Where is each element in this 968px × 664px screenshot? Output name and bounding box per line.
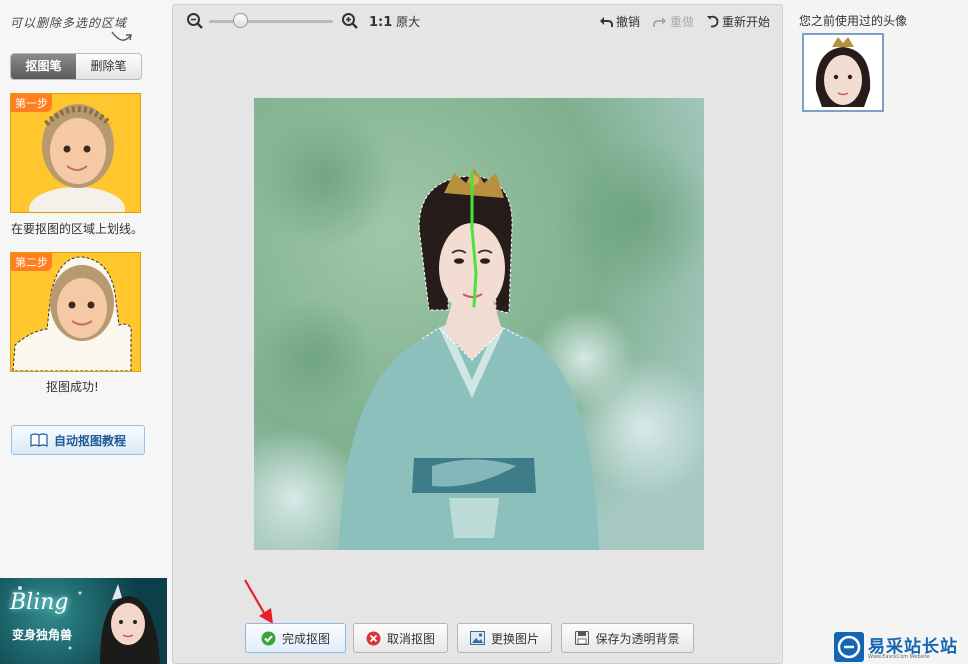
recent-avatar-thumbnail[interactable]	[802, 33, 884, 112]
avatar-image	[804, 35, 882, 110]
restart-button[interactable]: 重新开始	[706, 13, 770, 30]
checkmark-icon	[261, 631, 276, 645]
ratio-value: 1:1	[369, 15, 393, 30]
left-panel: 可以删除多选的区域 抠图笔 删除笔 第一步 在要抠图的区域上划线。 第二步 抠图…	[0, 0, 170, 664]
editing-canvas[interactable]	[173, 37, 782, 617]
editor-toolbar: 1:1 原大 撤销 重做 重新开始	[173, 5, 782, 37]
step-two-image: 第二步	[10, 252, 141, 372]
step-one-caption: 在要抠图的区域上划线。	[11, 222, 144, 236]
undo-button[interactable]: 撤销	[599, 13, 640, 30]
step-one-image: 第一步	[10, 93, 141, 213]
cancel-icon	[366, 631, 381, 645]
step-two-tag: 第二步	[11, 253, 52, 271]
save-disk-icon	[575, 631, 590, 645]
undo-label: 撤销	[616, 15, 641, 29]
change-image-label: 更换图片	[490, 631, 539, 646]
save-transparent-button[interactable]: 保存为透明背景	[561, 623, 694, 653]
cancel-cutout-button[interactable]: 取消抠图	[353, 623, 448, 653]
ratio-label: 原大	[396, 15, 421, 29]
save-transparent-label: 保存为透明背景	[595, 631, 680, 646]
redo-label: 重做	[670, 15, 695, 29]
tab-cutout-pen[interactable]: 抠图笔	[11, 54, 76, 79]
banner-title: Bling	[10, 590, 69, 615]
brand-logo-icon	[834, 632, 864, 662]
zoom-slider-track[interactable]	[209, 20, 333, 23]
editor-panel: 1:1 原大 撤销 重做 重新开始 完成抠图 取消抠图 更换图片 保存为透明背景	[172, 4, 783, 664]
step-one-tag: 第一步	[11, 94, 52, 112]
redo-button[interactable]: 重做	[653, 13, 694, 30]
finish-cutout-label: 完成抠图	[281, 631, 330, 646]
right-panel: 您之前使用过的头像 易采站长站 Www.EasckCom Website	[785, 0, 968, 664]
zoom-out-icon[interactable]	[186, 12, 204, 30]
curved-arrow-icon	[111, 31, 132, 41]
auto-cutout-tutorial-button[interactable]: 自动抠图教程	[11, 425, 145, 455]
editing-photo[interactable]	[254, 98, 704, 550]
pen-tabs: 抠图笔 删除笔	[10, 53, 142, 80]
restart-label: 重新开始	[722, 15, 771, 29]
change-image-button[interactable]: 更换图片	[457, 623, 552, 653]
original-size-button[interactable]: 1:1 原大	[369, 13, 420, 30]
banner-subtitle: 变身独角兽	[12, 628, 73, 642]
restart-icon	[707, 15, 719, 28]
site-brand: 易采站长站 Www.EasckCom Website	[834, 630, 958, 664]
tutorial-button-label: 自动抠图教程	[53, 433, 126, 448]
cancel-cutout-label: 取消抠图	[386, 631, 435, 646]
image-icon	[469, 631, 485, 645]
finish-cutout-button[interactable]: 完成抠图	[245, 623, 346, 653]
recent-avatars-title: 您之前使用过的头像	[799, 14, 908, 28]
zoom-slider-thumb[interactable]	[232, 13, 248, 28]
brand-subtitle: Www.EasckCom Website	[868, 654, 930, 660]
portrait-photo	[254, 98, 704, 550]
tab-erase-pen[interactable]: 删除笔	[76, 54, 141, 79]
redo-icon	[653, 16, 666, 27]
action-bar: 完成抠图 取消抠图 更换图片 保存为透明背景	[173, 617, 782, 663]
zoom-in-icon[interactable]	[341, 12, 359, 30]
promo-banner[interactable]: Bling 变身独角兽	[0, 578, 167, 664]
step-two-caption: 抠图成功!	[46, 380, 99, 394]
book-icon	[30, 433, 48, 447]
undo-icon	[600, 16, 613, 27]
